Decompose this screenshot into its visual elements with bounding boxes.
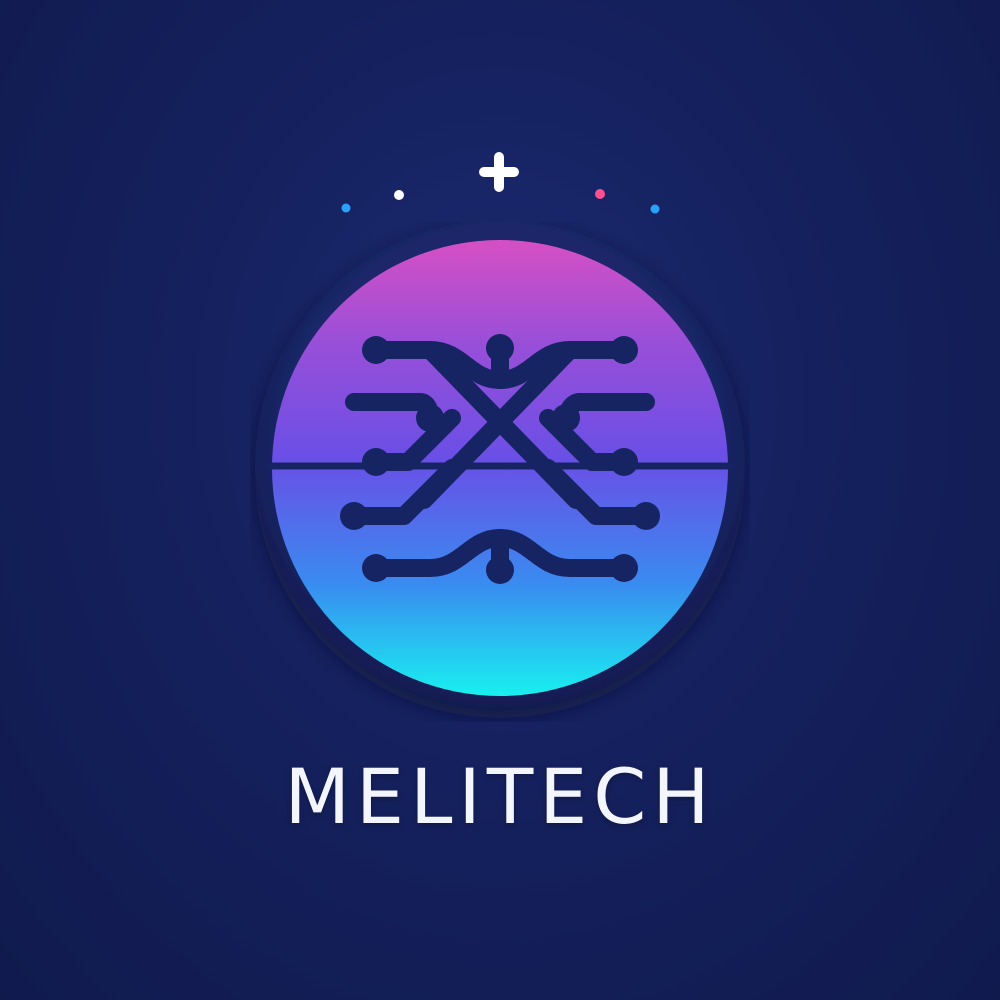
brand-wordmark: MELITECH	[284, 752, 716, 841]
dot-sparkle-white-icon	[394, 190, 404, 200]
dot-sparkle-pink-icon	[595, 189, 605, 199]
dot-sparkle-blue-right-icon	[650, 204, 660, 214]
logo-canvas: MELITECH	[0, 0, 1000, 1000]
circuit-x-emblem-icon	[255, 222, 745, 710]
plus-sparkle-icon	[479, 152, 519, 192]
dot-sparkle-blue-left-icon	[341, 203, 351, 213]
sparkles-group	[341, 152, 660, 214]
